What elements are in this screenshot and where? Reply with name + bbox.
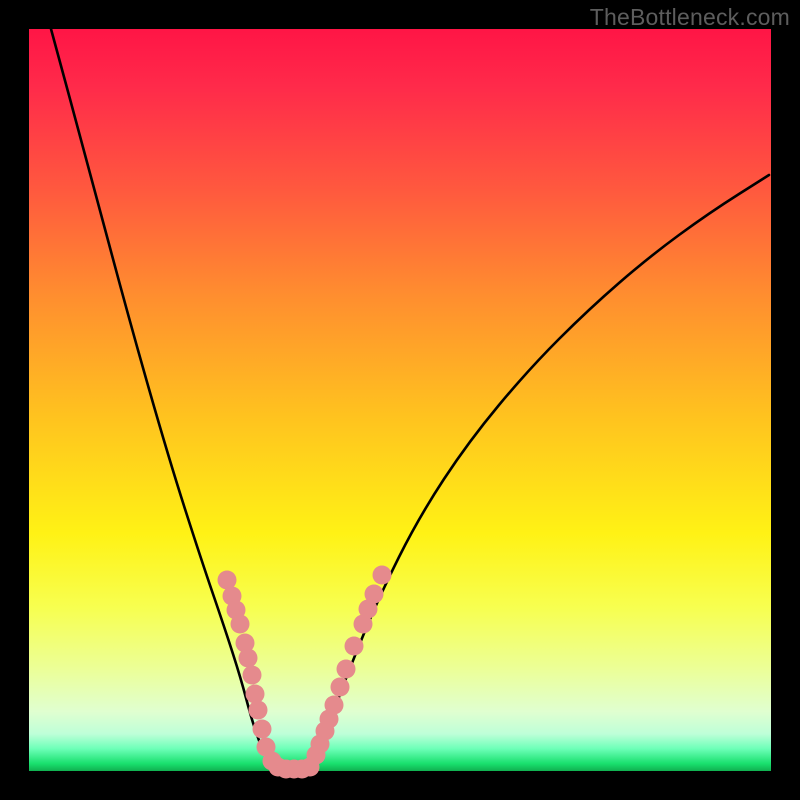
marker-dot (337, 660, 356, 679)
marker-dots (218, 566, 392, 779)
marker-dot (301, 758, 320, 777)
marker-dot (239, 649, 258, 668)
plot-area (29, 29, 771, 771)
curve-paths (51, 29, 769, 770)
series-bottleneck-curve-right (309, 175, 769, 769)
marker-dot (249, 701, 268, 720)
marker-dot (331, 678, 350, 697)
marker-dot (325, 696, 344, 715)
chart-frame: TheBottleneck.com (0, 0, 800, 800)
marker-dot (231, 615, 250, 634)
marker-dot (365, 585, 384, 604)
marker-dot (246, 685, 265, 704)
marker-dot (345, 637, 364, 656)
marker-dot (253, 720, 272, 739)
marker-dot (373, 566, 392, 585)
marker-dot (243, 666, 262, 685)
watermark-text: TheBottleneck.com (590, 4, 790, 31)
curve-svg (29, 29, 771, 771)
